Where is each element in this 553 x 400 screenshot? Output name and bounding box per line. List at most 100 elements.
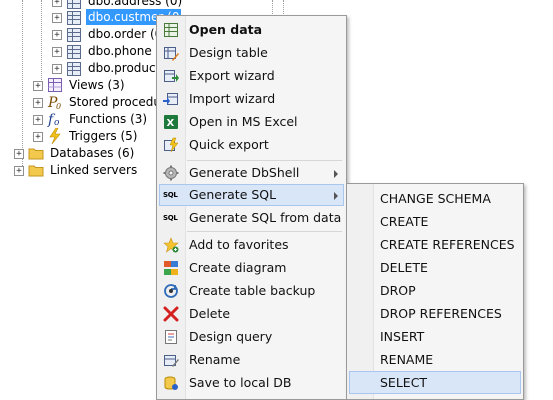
menu-item-create-diagram[interactable]: Create diagram <box>159 257 344 279</box>
tree-item-label: Stored procedur <box>69 95 166 109</box>
excel-icon: X <box>163 114 179 130</box>
table-icon <box>67 11 81 25</box>
stored-procedure-icon: P0 <box>47 94 63 111</box>
expand-icon[interactable]: + <box>52 47 62 57</box>
svg-text:o: o <box>54 118 60 127</box>
submenu-item-rename[interactable]: RENAME <box>349 348 521 371</box>
quick-export-icon <box>163 137 179 153</box>
menu-item-label: Add to favorites <box>189 237 289 252</box>
tree-item-label: dbo.product <box>88 61 161 75</box>
menu-item-label: Export wizard <box>189 68 275 83</box>
views-icon <box>47 77 63 93</box>
menu-item-label: Open data <box>189 22 263 37</box>
menu-item-label: Open in MS Excel <box>189 114 298 129</box>
tree-item-databases[interactable]: + Databases (6) <box>12 145 162 162</box>
submenu-item-create[interactable]: CREATE <box>349 210 521 233</box>
generate-sql-submenu: CHANGE SCHEMA CREATE CREATE REFERENCES D… <box>346 183 524 400</box>
menu-item-label: Generate SQL from data <box>189 210 342 225</box>
submenu-item-label: DROP REFERENCES <box>380 306 502 321</box>
expand-icon[interactable]: + <box>33 115 43 125</box>
submenu-item-label: CHANGE SCHEMA <box>380 191 491 206</box>
submenu-item-drop[interactable]: DROP <box>349 279 521 302</box>
backup-icon <box>163 283 179 299</box>
tree-item-label: dbo.address (0) <box>88 0 183 8</box>
tree-item-label: Triggers (5) <box>69 129 138 143</box>
expand-icon[interactable]: + <box>33 98 43 108</box>
menu-separator <box>187 231 342 232</box>
expand-icon[interactable]: + <box>14 149 24 159</box>
menu-item-generate-sql-from-data[interactable]: SQL Generate SQL from data <box>159 207 344 229</box>
submenu-item-label: INSERT <box>380 329 425 344</box>
menu-item-label: Save to local DB <box>189 375 292 390</box>
folder-icon <box>28 145 44 161</box>
menu-item-add-to-favorites[interactable]: Add to favorites <box>159 234 344 256</box>
menu-separator <box>187 160 342 161</box>
menu-item-label: Import wizard <box>189 91 276 106</box>
submenu-item-select[interactable]: SELECT <box>349 371 521 394</box>
menu-item-label: Generate SQL <box>189 187 277 202</box>
menu-item-generate-dbshell[interactable]: Generate DbShell <box>159 162 344 184</box>
grid-icon <box>163 22 179 38</box>
tree-item-label: Functions (3) <box>69 112 148 126</box>
submenu-item-insert[interactable]: INSERT <box>349 325 521 348</box>
menu-item-label: Delete <box>189 306 231 321</box>
design-table-icon <box>163 45 179 61</box>
sql-icon: SQL <box>163 191 178 199</box>
expand-icon[interactable]: + <box>33 132 43 142</box>
submenu-arrow-icon <box>334 192 338 200</box>
submenu-item-label: DELETE <box>380 260 428 275</box>
menu-item-design-table[interactable]: Design table <box>159 42 344 64</box>
menu-item-design-query[interactable]: Design query <box>159 326 344 348</box>
menu-item-open-in-ms-excel[interactable]: X Open in MS Excel <box>159 111 344 133</box>
menu-item-label: Generate DbShell <box>189 165 300 180</box>
expand-icon[interactable]: + <box>52 0 62 7</box>
menu-item-save-to-local-db[interactable]: Save to local DB <box>159 372 344 394</box>
expand-icon[interactable]: + <box>52 30 62 40</box>
menu-item-label: Rename <box>189 352 241 367</box>
menu-item-label: Create table backup <box>189 283 316 298</box>
table-icon <box>67 62 81 76</box>
menu-item-rename[interactable]: Rename <box>159 349 344 371</box>
gear-icon <box>163 165 179 181</box>
svg-text:X: X <box>167 118 175 129</box>
menu-item-label: Design query <box>189 329 273 344</box>
menu-item-delete[interactable]: Delete <box>159 303 344 325</box>
menu-item-generate-sql[interactable]: SQL Generate SQL <box>159 184 344 206</box>
tree-item-label: Views (3) <box>69 78 125 92</box>
table-icon <box>67 28 81 42</box>
svg-text:0: 0 <box>56 102 61 110</box>
delete-icon <box>163 306 179 322</box>
submenu-item-label: DROP <box>380 283 416 298</box>
rename-icon <box>163 352 179 368</box>
submenu-item-create-references[interactable]: CREATE REFERENCES <box>349 233 521 256</box>
expand-icon[interactable]: + <box>52 64 62 74</box>
tree-guide-line <box>41 0 42 86</box>
table-icon <box>67 45 81 59</box>
submenu-item-drop-references[interactable]: DROP REFERENCES <box>349 302 521 325</box>
submenu-item-delete[interactable]: DELETE <box>349 256 521 279</box>
star-icon <box>163 237 179 253</box>
import-icon <box>163 91 179 107</box>
submenu-item-label: CREATE <box>380 214 429 229</box>
menu-item-quick-export[interactable]: Quick export <box>159 134 344 156</box>
export-icon <box>163 68 179 84</box>
expand-icon[interactable]: + <box>33 81 43 91</box>
tree-item-label: dbo.phone ( <box>88 44 161 58</box>
folder-icon <box>28 162 44 178</box>
menu-item-label: Quick export <box>189 137 269 152</box>
expand-icon[interactable]: + <box>52 13 62 23</box>
menu-item-import-wizard[interactable]: Import wizard <box>159 88 344 110</box>
context-menu: Open data Design table Export wizard Imp… <box>156 15 347 400</box>
menu-item-export-wizard[interactable]: Export wizard <box>159 65 344 87</box>
save-local-icon <box>163 375 179 391</box>
submenu-item-change-schema[interactable]: CHANGE SCHEMA <box>349 187 521 210</box>
expand-icon[interactable]: + <box>14 166 24 176</box>
menu-item-open-data[interactable]: Open data <box>159 19 344 41</box>
menu-item-create-table-backup[interactable]: Create table backup <box>159 280 344 302</box>
submenu-item-label: SELECT <box>380 375 428 390</box>
sql-data-icon: SQL <box>163 214 178 222</box>
trigger-icon <box>47 127 63 145</box>
tree-item-linked-servers[interactable]: + Linked servers <box>12 162 162 179</box>
query-icon <box>163 329 179 345</box>
menu-item-label: Create diagram <box>189 260 287 275</box>
